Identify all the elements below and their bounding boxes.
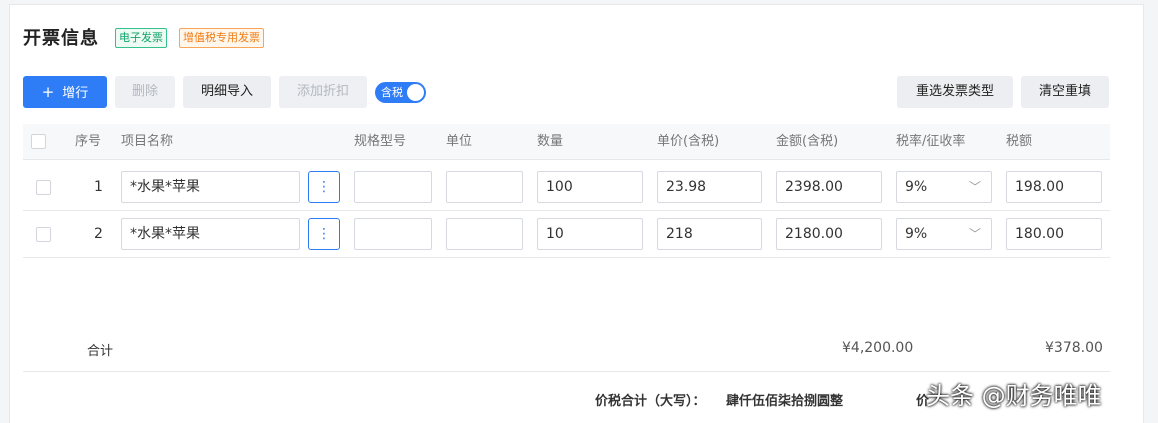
tax-rate-select[interactable]: 9% ﹀ <box>896 218 992 250</box>
vat-special-invoice-tag: 增值税专用发票 <box>179 28 264 48</box>
table-row: 2 *水果*苹果 ⋮ 10 218 2180.00 9% ﹀ 180.00 <box>23 211 1110 258</box>
unit-price-input[interactable]: 218 <box>657 218 762 250</box>
chevron-down-icon: ﹀ <box>968 180 981 194</box>
tax-rate-value: 9% <box>905 226 928 242</box>
total-caps-value: 肆仟伍佰柒拾捌圆整 <box>726 394 844 409</box>
more-options-icon[interactable]: ⋮ <box>308 171 340 203</box>
total-label: 合计 <box>87 344 114 359</box>
add-row-label: 增行 <box>62 86 89 101</box>
reselect-invoice-type-button[interactable]: 重选发票类型 <box>897 76 1013 108</box>
col-qty: 数量 <box>537 134 564 149</box>
col-spec: 规格型号 <box>354 134 407 149</box>
col-unit-price: 单价(含税) <box>657 134 720 149</box>
watermark: 头条 @财务唯唯 <box>926 382 1102 410</box>
col-amount: 金额(含税) <box>776 134 839 149</box>
unit-input[interactable] <box>446 171 523 203</box>
toggle-knob <box>407 84 424 101</box>
unit-price-input[interactable]: 23.98 <box>657 171 762 203</box>
add-discount-button[interactable]: 添加折扣 <box>279 76 367 108</box>
total-tax: ¥378.00 <box>1045 340 1103 356</box>
unit-input[interactable] <box>446 218 523 250</box>
more-options-icon[interactable]: ⋮ <box>308 218 340 250</box>
tax-included-toggle[interactable]: 含税 <box>375 82 426 103</box>
col-item-name: 项目名称 <box>121 134 174 149</box>
quantity-input[interactable]: 10 <box>537 218 643 250</box>
page-title: 开票信息 <box>23 28 99 49</box>
quantity-input[interactable]: 100 <box>537 171 643 203</box>
item-name-input[interactable]: *水果*苹果 <box>121 171 300 203</box>
tax-included-label: 含税 <box>381 86 403 99</box>
total-caps-label: 价税合计（大写）： <box>595 394 706 409</box>
row-seq: 1 <box>94 179 103 195</box>
total-amount: ¥4,200.00 <box>842 340 914 356</box>
tax-rate-value: 9% <box>905 179 928 195</box>
chevron-down-icon: ﹀ <box>968 227 981 241</box>
item-name-input[interactable]: *水果*苹果 <box>121 218 300 250</box>
row-checkbox[interactable] <box>36 180 51 195</box>
col-tax-rate: 税率/征收率 <box>896 134 966 149</box>
spec-input[interactable] <box>354 218 432 250</box>
delete-button[interactable]: 删除 <box>115 76 175 108</box>
electronic-invoice-tag: 电子发票 <box>115 28 167 48</box>
col-unit: 单位 <box>446 134 473 149</box>
table-header: 序号 项目名称 规格型号 单位 数量 单价(含税) 金额(含税) 税率/征收率 … <box>23 124 1110 160</box>
tax-amount-input[interactable]: 198.00 <box>1006 171 1102 203</box>
import-details-button[interactable]: 明细导入 <box>183 76 271 108</box>
tax-amount-input[interactable]: 180.00 <box>1006 218 1102 250</box>
tax-rate-select[interactable]: 9% ﹀ <box>896 171 992 203</box>
select-all-checkbox[interactable] <box>31 134 46 149</box>
plus-icon: + <box>41 83 55 101</box>
row-seq: 2 <box>94 226 103 242</box>
col-seq: 序号 <box>75 134 102 149</box>
divider <box>23 371 1110 372</box>
amount-input[interactable]: 2180.00 <box>776 218 882 250</box>
col-tax-amount: 税额 <box>1006 134 1033 149</box>
clear-refill-button[interactable]: 清空重填 <box>1021 76 1109 108</box>
spec-input[interactable] <box>354 171 432 203</box>
table-row: 1 *水果*苹果 ⋮ 100 23.98 2398.00 9% ﹀ 198.00 <box>23 164 1110 211</box>
add-row-button[interactable]: + 增行 <box>23 76 107 108</box>
row-checkbox[interactable] <box>36 227 51 242</box>
amount-input[interactable]: 2398.00 <box>776 171 882 203</box>
